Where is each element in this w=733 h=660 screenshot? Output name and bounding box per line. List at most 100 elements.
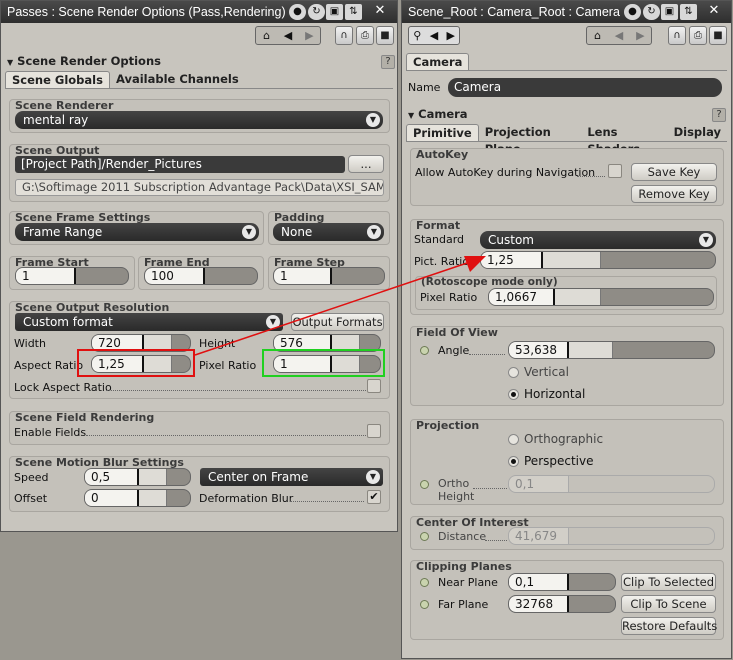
arrow-left-icon[interactable]: ◀ <box>277 27 298 44</box>
close-icon[interactable]: ✕ <box>371 2 389 20</box>
dotted-leader <box>473 488 507 489</box>
orthographic-label: Orthographic <box>524 432 604 446</box>
group-frame-end: Frame End 100 <box>138 256 264 290</box>
revert-icon[interactable]: ⎙ <box>356 26 374 45</box>
pin-icon[interactable]: ⇅ <box>345 4 362 20</box>
lock-icon[interactable]: ⚲ <box>409 27 426 44</box>
allow-autokey-checkbox[interactable] <box>608 164 622 178</box>
clip-to-scene-button[interactable]: Clip To Scene <box>621 595 716 613</box>
ortho-height-field[interactable]: 0,1 <box>508 475 715 493</box>
ortho-height-label: Height <box>438 490 475 503</box>
group-title: Format <box>416 219 461 232</box>
magnet-icon[interactable]: ● <box>624 4 641 20</box>
group-title: Projection <box>416 419 480 432</box>
offset-field[interactable]: 0 <box>84 489 191 507</box>
group-projection: Projection Orthographic Perspective Orth… <box>410 419 724 505</box>
animation-icon[interactable] <box>420 578 429 587</box>
close-icon[interactable]: ✕ <box>705 2 723 20</box>
perspective-radio[interactable] <box>508 456 519 467</box>
animation-icon[interactable] <box>420 346 429 355</box>
vertical-radio[interactable] <box>508 367 519 378</box>
refresh-icon[interactable]: ↻ <box>308 4 325 20</box>
enable-fields-checkbox[interactable] <box>367 424 381 438</box>
ortho-label: Ortho <box>438 477 470 490</box>
orthographic-radio[interactable] <box>508 434 519 445</box>
keyable-icon[interactable]: ■ <box>709 26 727 45</box>
magnet-icon[interactable]: ● <box>289 4 306 20</box>
speed-field[interactable]: 0,5 <box>84 468 191 486</box>
animation-icon[interactable] <box>420 480 429 489</box>
frame-start-field[interactable]: 1 <box>15 267 129 285</box>
arrow-left-icon[interactable]: ◀ <box>608 27 629 44</box>
lock-aspect-label: Lock Aspect Ratio <box>14 381 112 394</box>
far-plane-field[interactable]: 32768 <box>508 595 616 613</box>
tab-projection-plane[interactable]: Projection Plane <box>479 124 582 156</box>
distance-field[interactable]: 41,679 <box>508 527 715 545</box>
animation-icon[interactable] <box>420 532 429 541</box>
pin-icon[interactable]: ⇅ <box>680 4 697 20</box>
frame-step-field[interactable]: 1 <box>273 267 385 285</box>
center-on-frame-dropdown[interactable]: Center on Frame ▼ <box>200 468 383 486</box>
revert-icon[interactable]: ⎙ <box>689 26 707 45</box>
save-key-button[interactable]: Save Key <box>631 163 717 181</box>
window-title: Passes : Scene Render Options (Pass,Rend… <box>7 5 286 19</box>
section-camera[interactable]: ▼ Camera <box>404 106 729 122</box>
arrow-right-icon[interactable]: ▶ <box>442 27 459 44</box>
pixel-ratio-field[interactable]: 1,0667 <box>488 288 714 306</box>
arrow-left-icon[interactable]: ◀ <box>426 27 443 44</box>
tab-lens-shaders[interactable]: Lens Shaders <box>581 124 667 156</box>
section-scene-render-options[interactable]: ▼ Scene Render Options <box>3 53 395 69</box>
dotted-leader <box>577 176 605 177</box>
home-icon[interactable]: ⌂ <box>256 27 277 44</box>
tab-display[interactable]: Display <box>668 124 727 141</box>
collapse-icon: ▼ <box>408 111 415 120</box>
arrow-right-icon[interactable]: ▶ <box>630 27 651 44</box>
minimize-icon[interactable]: ▣ <box>326 4 343 20</box>
padding-dropdown[interactable]: None ▼ <box>273 223 384 241</box>
group-rotoscope: (Rotoscope mode only) Pixel Ratio 1,0667 <box>415 276 717 310</box>
group-frame-start: Frame Start 1 <box>9 256 135 290</box>
magnet-lock-icon[interactable]: ∩ <box>668 26 686 45</box>
format-dropdown[interactable]: Custom format ▼ <box>15 313 283 331</box>
browse-button[interactable]: ... <box>348 155 384 173</box>
dropdown-arrow-icon: ▼ <box>699 233 713 247</box>
pict-ratio-field[interactable]: 1,25 <box>480 251 716 269</box>
group-clipping-planes: Clipping Planes Near Plane 0,1 Clip To S… <box>410 560 724 640</box>
name-field[interactable]: Camera <box>448 78 722 97</box>
tab-primitive[interactable]: Primitive <box>406 124 479 141</box>
output-formats-button[interactable]: Output Formats <box>291 313 384 331</box>
arrow-right-icon[interactable]: ▶ <box>299 27 320 44</box>
dropdown-arrow-icon: ▼ <box>367 225 381 239</box>
tab-camera[interactable]: Camera <box>406 53 470 70</box>
tab-scene-globals[interactable]: Scene Globals <box>5 71 110 88</box>
perspective-label: Perspective <box>524 454 594 468</box>
far-plane-label: Far Plane <box>438 598 489 611</box>
renderer-dropdown[interactable]: mental ray ▼ <box>15 111 383 129</box>
minimize-icon[interactable]: ▣ <box>661 4 678 20</box>
refresh-icon[interactable]: ↻ <box>643 4 660 20</box>
angle-field[interactable]: 53,638 <box>508 341 715 359</box>
animation-icon[interactable] <box>420 600 429 609</box>
frame-range-dropdown[interactable]: Frame Range ▼ <box>15 223 259 241</box>
pixel-ratio-label: Pixel Ratio <box>199 359 257 372</box>
render-options-window: Passes : Scene Render Options (Pass,Rend… <box>0 0 398 532</box>
lock-aspect-checkbox[interactable] <box>367 379 381 393</box>
width-label: Width <box>14 337 46 350</box>
group-title: (Rotoscope mode only) <box>421 276 558 288</box>
restore-defaults-button[interactable]: Restore Defaults <box>621 617 717 635</box>
near-plane-field[interactable]: 0,1 <box>508 573 616 591</box>
clip-to-selected-button[interactable]: Clip To Selected <box>621 573 716 591</box>
keyable-icon[interactable]: ■ <box>376 26 394 45</box>
frame-end-field[interactable]: 100 <box>144 267 258 285</box>
standard-dropdown[interactable]: Custom ▼ <box>480 231 716 249</box>
dotted-leader <box>485 540 507 541</box>
magnet-lock-icon[interactable]: ∩ <box>335 26 353 45</box>
tab-available-channels[interactable]: Available Channels <box>110 71 245 88</box>
home-icon[interactable]: ⌂ <box>587 27 608 44</box>
output-path-field[interactable]: [Project Path]/Render_Pictures <box>15 156 345 173</box>
help-icon[interactable]: ? <box>712 108 726 122</box>
horizontal-radio[interactable] <box>508 389 519 400</box>
remove-key-button[interactable]: Remove Key <box>631 185 717 203</box>
help-icon[interactable]: ? <box>381 55 395 69</box>
deformation-blur-checkbox[interactable]: ✔ <box>367 490 381 504</box>
